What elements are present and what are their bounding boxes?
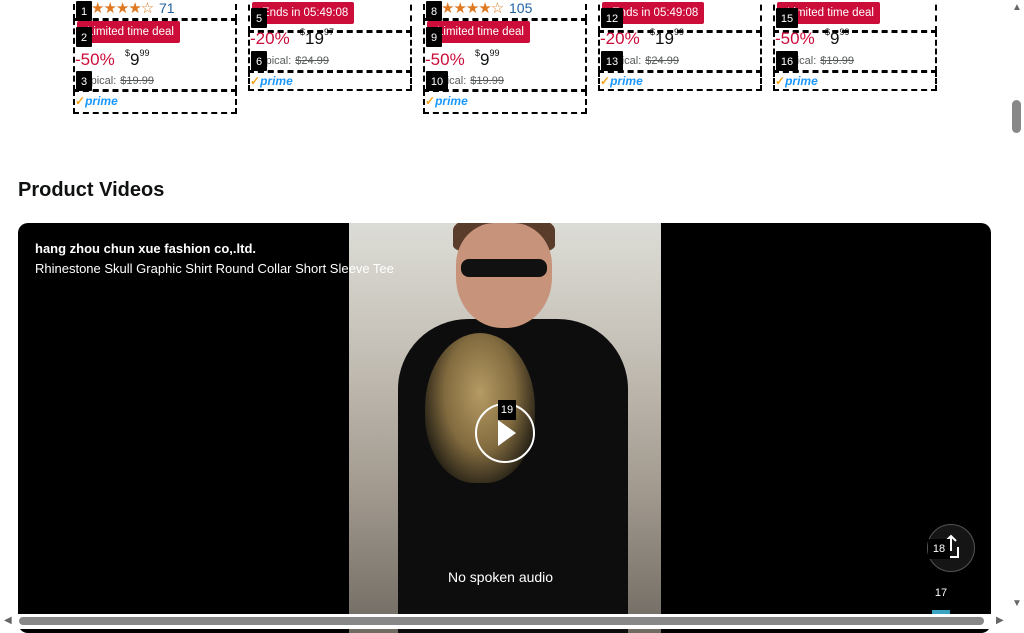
vertical-scroll-thumb[interactable] <box>1012 100 1021 133</box>
product-card[interactable]: ★★★★☆ 105 Limited time deal -50% $999 Ty… <box>423 0 587 114</box>
prime-badge: ✓prime <box>250 74 293 88</box>
prime-badge: ✓prime <box>425 94 468 108</box>
rating-count-link[interactable]: 105 <box>509 0 532 16</box>
price: $999 <box>825 27 850 48</box>
label-badge: 6 <box>251 51 267 71</box>
prime-badge: ✓prime <box>600 74 643 88</box>
video-seller: hang zhou chun xue fashion co,.ltd. <box>35 241 256 256</box>
discount-percent: -20% <box>250 29 290 48</box>
rating-count-link[interactable]: 71 <box>159 0 175 16</box>
scroll-right-icon[interactable]: ▶ <box>996 615 1004 626</box>
label-badge: 1 <box>76 1 92 21</box>
star-rating-icon: ★★★★☆ <box>91 0 154 17</box>
deal-badge: Ends in 05:49:08 <box>252 2 355 24</box>
label-badge: 8 <box>426 1 442 21</box>
discount-percent: -50% <box>775 29 815 48</box>
product-video-player[interactable]: hang zhou chun xue fashion co,.ltd. Rhin… <box>18 223 991 633</box>
section-title: Product Videos <box>18 179 165 201</box>
price: $999 <box>125 48 150 69</box>
label-badge: 18 <box>928 539 950 559</box>
label-badge: 5 <box>251 8 267 28</box>
audio-note: No spoken audio <box>448 569 554 585</box>
price: $1999 <box>650 27 684 48</box>
product-card[interactable]: ★★★★☆ 71 Limited time deal -50% $999 Typ… <box>73 0 237 114</box>
prime-badge: ✓prime <box>775 74 818 88</box>
prime-badge: ✓prime <box>75 94 118 108</box>
label-badge: 15 <box>776 8 798 28</box>
label-badge: 17 <box>930 583 952 603</box>
discount-percent: -50% <box>75 50 115 69</box>
discount-percent: -20% <box>600 29 640 48</box>
discount-percent: -50% <box>425 50 465 69</box>
horizontal-scrollbar[interactable]: ◀ ▶ <box>0 614 1008 629</box>
label-badge: 12 <box>601 8 623 28</box>
label-badge: 16 <box>776 51 798 71</box>
label-badge: 2 <box>76 27 92 47</box>
horizontal-scroll-thumb[interactable] <box>19 617 984 625</box>
scroll-down-icon[interactable]: ▼ <box>1012 598 1022 609</box>
vertical-scrollbar[interactable]: ▲ ▼ <box>1008 0 1024 614</box>
product-card[interactable]: Ends in 05:49:08 -20% $1997 Typical: $24.… <box>248 0 412 110</box>
price: $999 <box>475 48 500 69</box>
price: $1997 <box>300 27 334 48</box>
label-badge: 13 <box>601 51 623 71</box>
label-badge: 19 <box>498 400 516 420</box>
label-badge: 9 <box>426 27 442 47</box>
scroll-left-icon[interactable]: ◀ <box>4 615 12 626</box>
scroll-up-icon[interactable]: ▲ <box>1012 2 1022 13</box>
star-rating-icon: ★★★★☆ <box>441 0 504 17</box>
video-title: Rhinestone Skull Graphic Shirt Round Col… <box>35 261 394 276</box>
label-badge: 10 <box>426 71 448 91</box>
label-badge: 3 <box>76 71 92 91</box>
